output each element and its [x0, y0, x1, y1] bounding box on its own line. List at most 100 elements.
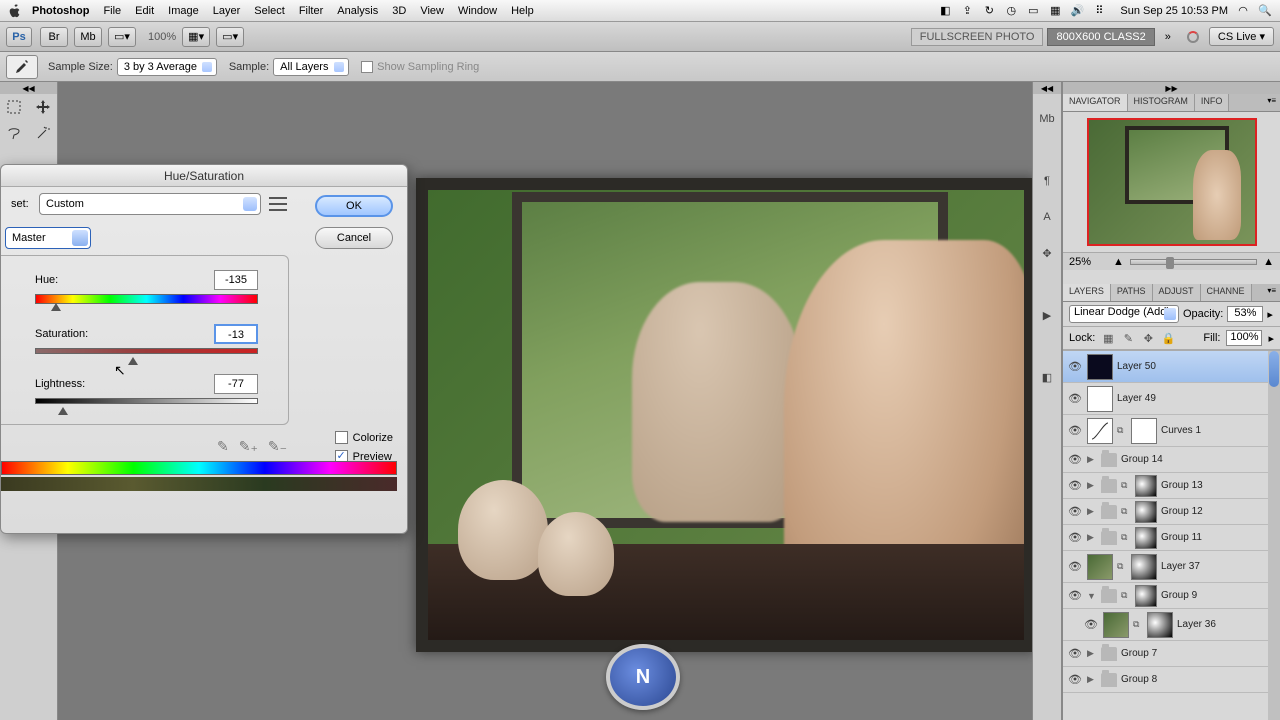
layer-row[interactable]: 👁▶Group 8: [1063, 667, 1280, 693]
eyedropper-add-icon[interactable]: ✎₊: [239, 438, 258, 455]
disclosure-icon[interactable]: ▶: [1087, 532, 1097, 543]
link-icon[interactable]: ⧉: [1117, 561, 1127, 572]
tab-info[interactable]: INFO: [1195, 94, 1230, 111]
opacity-flyout-icon[interactable]: ▸: [1267, 308, 1273, 321]
layer-row[interactable]: 👁▶Group 7: [1063, 641, 1280, 667]
blend-mode-select[interactable]: Linear Dodge (Add): [1069, 305, 1179, 323]
menubar-icon[interactable]: ⠿: [1092, 4, 1106, 18]
layer-row[interactable]: 👁 ▶ ⧉ Group 13: [1063, 473, 1280, 499]
scrollbar[interactable]: [1268, 351, 1280, 720]
layer-thumbnail[interactable]: [1087, 386, 1113, 412]
panel-menu-icon[interactable]: ▾≡: [1263, 94, 1280, 111]
tab-histogram[interactable]: HISTOGRAM: [1128, 94, 1195, 111]
menubar-icon[interactable]: ◧: [938, 4, 952, 18]
visibility-toggle-icon[interactable]: 👁: [1067, 672, 1083, 688]
menu-window[interactable]: Window: [458, 5, 497, 17]
menubar-volume-icon[interactable]: 🔊: [1070, 4, 1084, 18]
lock-transparency-icon[interactable]: ▦: [1101, 331, 1115, 345]
visibility-toggle-icon[interactable]: 👁: [1067, 478, 1083, 494]
move-tool[interactable]: [29, 94, 57, 120]
screen-mode-button[interactable]: ▭▾: [216, 27, 244, 47]
eyedropper-subtract-icon[interactable]: ✎₋: [268, 438, 287, 455]
layer-name[interactable]: Layer 36: [1177, 619, 1276, 630]
layer-name[interactable]: Layer 50: [1117, 361, 1276, 372]
preset-select[interactable]: Custom: [39, 193, 261, 215]
hue-value[interactable]: -135: [214, 270, 258, 290]
visibility-toggle-icon[interactable]: 👁: [1067, 559, 1083, 575]
marquee-tool[interactable]: [0, 94, 28, 120]
fill-flyout-icon[interactable]: ▸: [1268, 332, 1274, 345]
visibility-toggle-icon[interactable]: 👁: [1067, 588, 1083, 604]
sample-size-select[interactable]: 3 by 3 Average: [117, 58, 217, 76]
lock-position-icon[interactable]: ✥: [1141, 331, 1155, 345]
layer-name[interactable]: Group 9: [1161, 590, 1276, 601]
tab-layers[interactable]: LAYERS: [1063, 284, 1111, 301]
menubar-clock[interactable]: Sun Sep 25 10:53 PM: [1120, 5, 1228, 17]
fill-input[interactable]: 100%: [1226, 330, 1262, 346]
navigator-preview[interactable]: [1087, 118, 1257, 246]
menu-view[interactable]: View: [420, 5, 444, 17]
link-icon[interactable]: ⧉: [1121, 480, 1131, 491]
layer-row[interactable]: 👁▶Group 14: [1063, 447, 1280, 473]
document-image[interactable]: [416, 178, 1036, 652]
disclosure-icon[interactable]: ▶: [1087, 480, 1097, 491]
saturation-slider[interactable]: [35, 348, 258, 354]
layer-name[interactable]: Group 12: [1161, 506, 1276, 517]
layer-row[interactable]: 👁▼⧉Group 9: [1063, 583, 1280, 609]
menubar-sync-icon[interactable]: ↻: [982, 4, 996, 18]
navigator-zoom-slider[interactable]: [1130, 259, 1257, 265]
visibility-toggle-icon[interactable]: 👁: [1067, 359, 1083, 375]
link-icon[interactable]: ⧉: [1117, 425, 1127, 436]
mask-thumbnail[interactable]: [1135, 475, 1157, 497]
tab-navigator[interactable]: NAVIGATOR: [1063, 94, 1128, 111]
disclosure-icon[interactable]: ▶: [1087, 454, 1097, 465]
bridge-button[interactable]: Br: [40, 27, 68, 47]
visibility-toggle-icon[interactable]: 👁: [1067, 423, 1083, 439]
collapse-arrows-icon[interactable]: ◀◀: [0, 82, 57, 94]
zoom-out-icon[interactable]: ▲: [1113, 256, 1124, 268]
preset-menu-icon[interactable]: [269, 195, 287, 213]
panel-menu-icon[interactable]: ▾≡: [1263, 284, 1280, 301]
layer-name[interactable]: Layer 49: [1117, 393, 1276, 404]
menu-file[interactable]: File: [103, 5, 121, 17]
menu-edit[interactable]: Edit: [135, 5, 154, 17]
lasso-tool[interactable]: [0, 120, 28, 146]
paragraph-panel-icon[interactable]: A: [1036, 206, 1058, 228]
mask-thumbnail[interactable]: [1131, 554, 1157, 580]
eyedropper-icon[interactable]: ✎: [217, 438, 229, 455]
mask-thumbnail[interactable]: [1135, 501, 1157, 523]
lightness-slider[interactable]: [35, 398, 258, 404]
menubar-clock-icon[interactable]: ◷: [1004, 4, 1018, 18]
mask-thumbnail[interactable]: [1131, 418, 1157, 444]
app-name[interactable]: Photoshop: [32, 5, 89, 17]
collapse-arrows-icon[interactable]: ◀◀: [1033, 82, 1061, 94]
disclosure-icon[interactable]: ▶: [1087, 506, 1097, 517]
ok-button[interactable]: OK: [315, 195, 393, 217]
layer-list[interactable]: 👁Layer 50👁Layer 49👁⧉Curves 1👁▶Group 14👁▶…: [1063, 350, 1280, 720]
history-panel-icon[interactable]: ▶: [1036, 304, 1058, 326]
layer-name[interactable]: Curves 1: [1161, 425, 1276, 436]
dialog-title[interactable]: Hue/Saturation: [1, 165, 407, 187]
menu-help[interactable]: Help: [511, 5, 534, 17]
menu-image[interactable]: Image: [168, 5, 199, 17]
character-panel-icon[interactable]: ¶: [1036, 170, 1058, 192]
layer-name[interactable]: Group 13: [1161, 480, 1276, 491]
doc-tab-1[interactable]: FULLSCREEN PHOTO: [911, 28, 1044, 46]
hue-slider[interactable]: [35, 294, 258, 304]
cs-live-button[interactable]: CS Live ▾: [1209, 27, 1274, 46]
menubar-icon[interactable]: ⇪: [960, 4, 974, 18]
layer-row[interactable]: 👁 Layer 50: [1063, 351, 1280, 383]
mask-thumbnail[interactable]: [1147, 612, 1173, 638]
layer-name[interactable]: Group 7: [1121, 648, 1276, 659]
layer-row[interactable]: 👁▶⧉Group 12: [1063, 499, 1280, 525]
visibility-toggle-icon[interactable]: 👁: [1067, 391, 1083, 407]
layer-row[interactable]: 👁 Layer 49: [1063, 383, 1280, 415]
tab-channels[interactable]: CHANNE: [1201, 284, 1252, 301]
more-tabs-icon[interactable]: »: [1165, 31, 1171, 43]
adjustment-thumbnail[interactable]: [1087, 418, 1113, 444]
cancel-button[interactable]: Cancel: [315, 227, 393, 249]
layer-thumbnail[interactable]: [1103, 612, 1129, 638]
eyedropper-tool-preset[interactable]: [6, 55, 38, 79]
link-icon[interactable]: ⧉: [1121, 532, 1131, 543]
adjustments-panel-icon[interactable]: ◧: [1036, 366, 1058, 388]
